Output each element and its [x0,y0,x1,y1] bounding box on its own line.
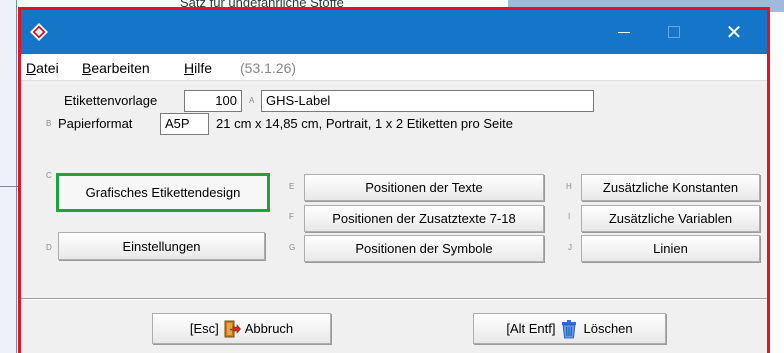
key-hint-f: F [289,212,294,221]
loeschen-shortcut: [Alt Entf] [506,321,556,336]
key-hint-i: I [568,212,571,221]
etikettenvorlage-input[interactable]: 100 [184,90,242,112]
loeschen-button[interactable]: [Alt Entf] Löschen [473,313,666,344]
key-hint-d: D [46,243,52,252]
footer-separator-highlight [21,299,767,300]
key-hint-j: J [568,243,572,252]
menu-hilfe[interactable]: Hilfe [184,60,212,76]
positionen-texte-button[interactable]: Positionen der Texte [304,174,544,201]
close-button[interactable]: ✕ [711,10,757,54]
loeschen-label: Löschen [583,321,633,336]
close-icon: ✕ [725,21,743,44]
menu-hilfe-mnemonic: H [184,60,195,76]
menu-bar: Datei Bearbeiten Hilfe (53.1.26) [21,54,767,81]
menu-bearbeiten[interactable]: Bearbeiten [82,60,150,76]
exit-door-icon [224,320,241,337]
key-hint-a: A [249,96,255,105]
papierformat-label: Papierformat [58,116,133,131]
key-hint-b: B [46,119,52,128]
papierformat-input[interactable]: A5P [160,113,209,135]
label-settings-dialog: ✕ Datei Bearbeiten Hilfe (53.1.26) Etike… [18,7,770,353]
title-bar[interactable]: ✕ [21,10,767,54]
key-hint-h: H [566,182,572,191]
key-hint-c: C [46,171,52,180]
background-sidebar [0,0,17,353]
positionen-symbole-button[interactable]: Positionen der Symbole [304,235,544,262]
label-name-input[interactable]: GHS-Label [261,90,594,112]
etikettenvorlage-label: Etikettenvorlage [64,93,158,108]
abbruch-shortcut: [Esc] [189,321,219,336]
einstellungen-button[interactable]: Einstellungen [58,232,265,260]
grafisches-etikettendesign-button[interactable]: Grafisches Etikettendesign [56,173,270,212]
menu-bearbeiten-mnemonic: B [82,60,92,76]
papierformat-description: 21 cm x 14,85 cm, Portrait, 1 x 2 Etiket… [216,116,513,131]
background-divider [0,186,20,187]
positionen-zusatztexte-button[interactable]: Positionen der Zusatztexte 7-18 [304,205,544,232]
menu-datei-label: atei [36,60,59,76]
linien-button[interactable]: Linien [581,235,760,262]
minimize-button[interactable] [601,10,647,54]
abbruch-button[interactable]: [Esc] Abbruch [152,313,331,344]
menu-datei[interactable]: Datei [26,60,59,76]
zusaetzliche-konstanten-button[interactable]: Zusätzliche Konstanten [581,174,760,201]
menu-bearbeiten-label: earbeiten [91,60,150,76]
version-label: (53.1.26) [240,60,297,76]
key-hint-g: G [289,243,296,252]
trash-can-icon [562,319,577,338]
maximize-button [651,10,697,54]
menu-datei-mnemonic: D [26,60,37,76]
zusaetzliche-variablen-button[interactable]: Zusätzliche Variablen [581,205,760,232]
key-hint-e: E [289,182,295,191]
menu-hilfe-label: ilfe [194,60,213,76]
maximize-icon [668,26,680,38]
app-logo-icon [30,23,48,41]
minimize-icon [618,31,630,33]
abbruch-label: Abbruch [244,321,294,336]
